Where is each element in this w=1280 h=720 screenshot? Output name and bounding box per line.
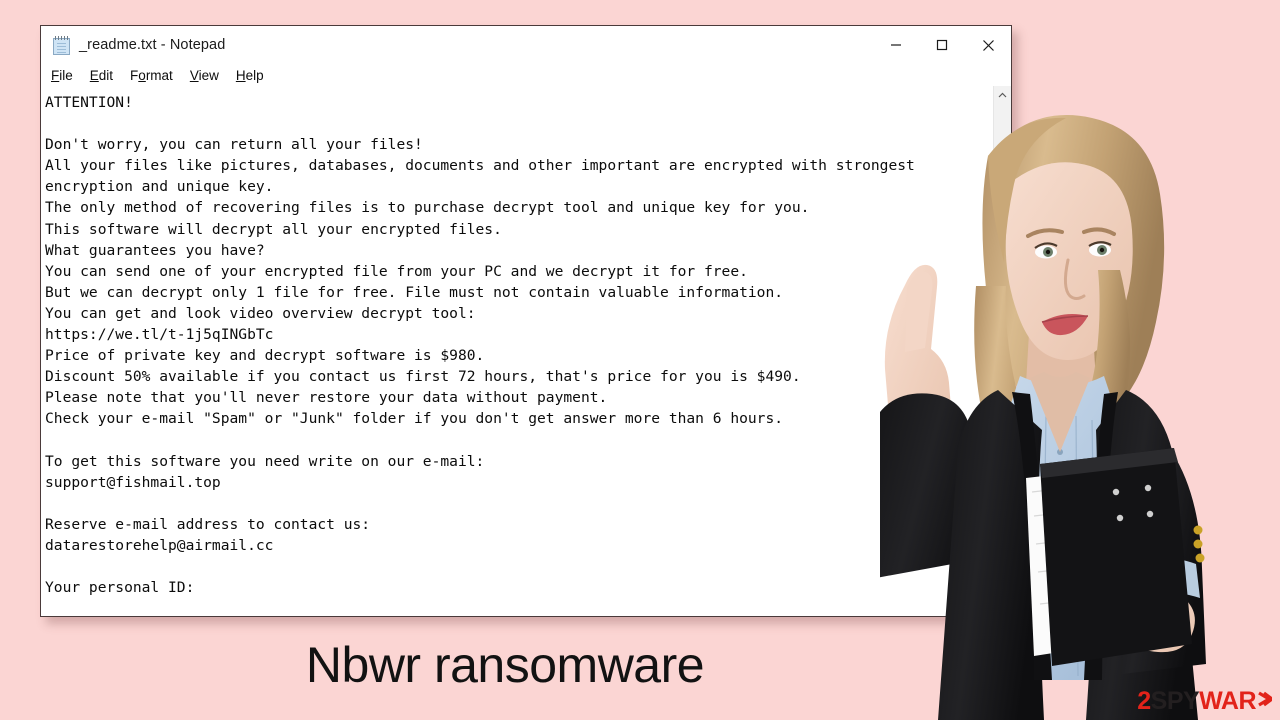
maximize-button[interactable] (919, 26, 965, 64)
menu-item-help[interactable]: Help (236, 68, 264, 83)
menu-item-format[interactable]: Format (130, 68, 173, 83)
close-button[interactable] (965, 26, 1011, 64)
title-bar: _readme.txt - Notepad (41, 26, 1011, 64)
watermark-part-2: 2 (1137, 686, 1151, 715)
text-area-wrap: ATTENTION! Don't worry, you can return a… (41, 86, 1011, 616)
watermark-part-ware: WAR (1199, 686, 1256, 715)
notepad-icon (53, 35, 70, 55)
watermark-chevron-icon (1257, 689, 1275, 714)
window-title: _readme.txt - Notepad (79, 37, 226, 53)
menu-bar: File Edit Format View Help (41, 64, 1011, 86)
caption: Nbwr ransomware (0, 636, 1010, 694)
black-folder (1026, 448, 1192, 666)
window-controls (873, 26, 1011, 64)
menu-item-edit[interactable]: Edit (90, 68, 113, 83)
watermark-part-spy: SPY (1150, 686, 1200, 715)
site-watermark: 2 SPY WAR (1137, 686, 1275, 715)
menu-item-file[interactable]: File (51, 68, 73, 83)
note-text-area[interactable]: ATTENTION! Don't worry, you can return a… (41, 86, 993, 616)
notepad-window: _readme.txt - Notepad File Edit Format V… (40, 25, 1012, 617)
minimize-button[interactable] (873, 26, 919, 64)
caption-text: Nbwr ransomware (305, 637, 705, 693)
menu-item-view[interactable]: View (190, 68, 219, 83)
photo-woman-pointing (880, 60, 1280, 720)
ransom-note-text: ATTENTION! Don't worry, you can return a… (45, 94, 915, 597)
